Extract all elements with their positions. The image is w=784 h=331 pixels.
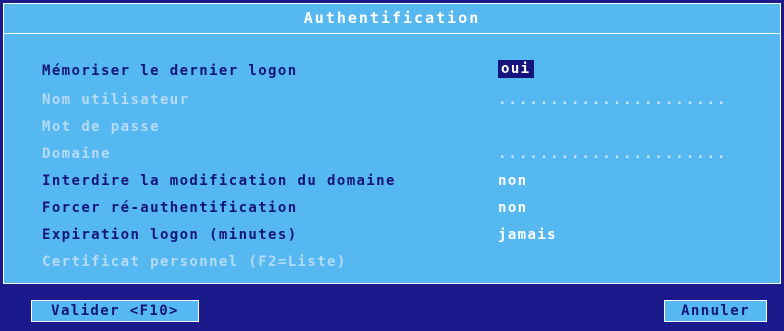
- cancel-button[interactable]: Annuler: [664, 300, 767, 322]
- field-logon-expiration[interactable]: Expiration logon (minutes) jamais: [42, 227, 772, 247]
- field-username-value: ......................: [498, 92, 728, 108]
- field-remember-logon-label: Mémoriser le dernier logon: [42, 63, 298, 79]
- field-force-reauth[interactable]: Forcer ré-authentification non: [42, 200, 772, 220]
- field-password: Mot de passe: [42, 119, 772, 139]
- auth-dialog: Authentification Mémoriser le dernier lo…: [0, 0, 784, 331]
- field-logon-expiration-value[interactable]: jamais: [498, 227, 557, 243]
- field-username: Nom utilisateur ......................: [42, 92, 772, 112]
- field-force-reauth-value[interactable]: non: [498, 200, 528, 216]
- field-lock-domain[interactable]: Interdire la modification du domaine non: [42, 173, 772, 193]
- field-domain: Domaine ......................: [42, 146, 772, 166]
- field-personal-certificate-label: Certificat personnel (F2=Liste): [42, 254, 347, 270]
- field-domain-label: Domaine: [42, 146, 111, 162]
- field-lock-domain-value[interactable]: non: [498, 173, 528, 189]
- dialog-title: Authentification: [303, 9, 481, 27]
- form-panel: Mémoriser le dernier logon oui Nom utili…: [3, 34, 781, 284]
- field-logon-expiration-label: Expiration logon (minutes): [42, 227, 298, 243]
- field-remember-logon[interactable]: Mémoriser le dernier logon oui: [42, 60, 772, 83]
- field-force-reauth-label: Forcer ré-authentification: [42, 200, 298, 216]
- button-bar: Valider <F10> Annuler: [0, 284, 784, 331]
- field-password-label: Mot de passe: [42, 119, 160, 135]
- field-username-label: Nom utilisateur: [42, 92, 190, 108]
- field-domain-value: ......................: [498, 146, 728, 162]
- field-lock-domain-label: Interdire la modification du domaine: [42, 173, 396, 189]
- field-personal-certificate: Certificat personnel (F2=Liste): [42, 254, 772, 274]
- title-bar: Authentification: [3, 3, 781, 34]
- field-remember-logon-value[interactable]: oui: [498, 60, 534, 78]
- validate-button[interactable]: Valider <F10>: [31, 300, 199, 322]
